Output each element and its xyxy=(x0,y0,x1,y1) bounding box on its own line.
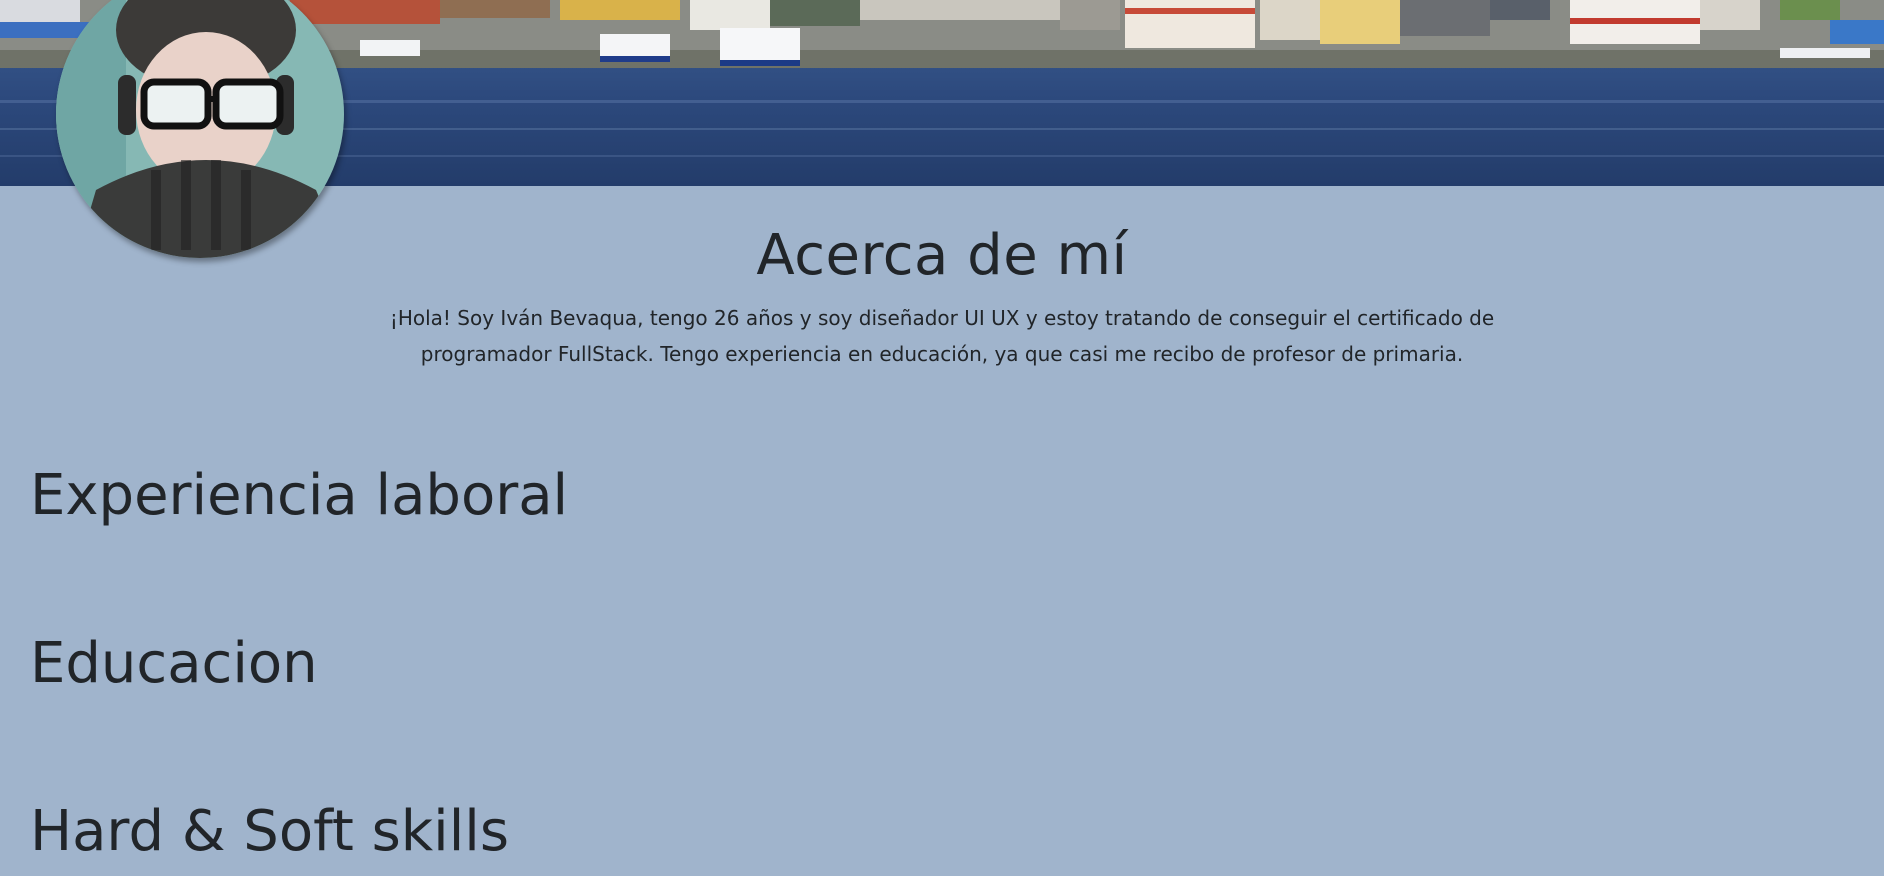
about-title: Acerca de mí xyxy=(756,223,1128,288)
experience-heading: Experiencia laboral xyxy=(30,463,569,528)
about-section: Acerca de mí ¡Hola! Soy Iván Bevaqua, te… xyxy=(0,218,1884,372)
education-heading: Educacion xyxy=(30,631,318,696)
skills-heading: Hard & Soft skills xyxy=(30,799,510,864)
about-text: ¡Hola! Soy Iván Bevaqua, tengo 26 años y… xyxy=(389,306,1495,366)
